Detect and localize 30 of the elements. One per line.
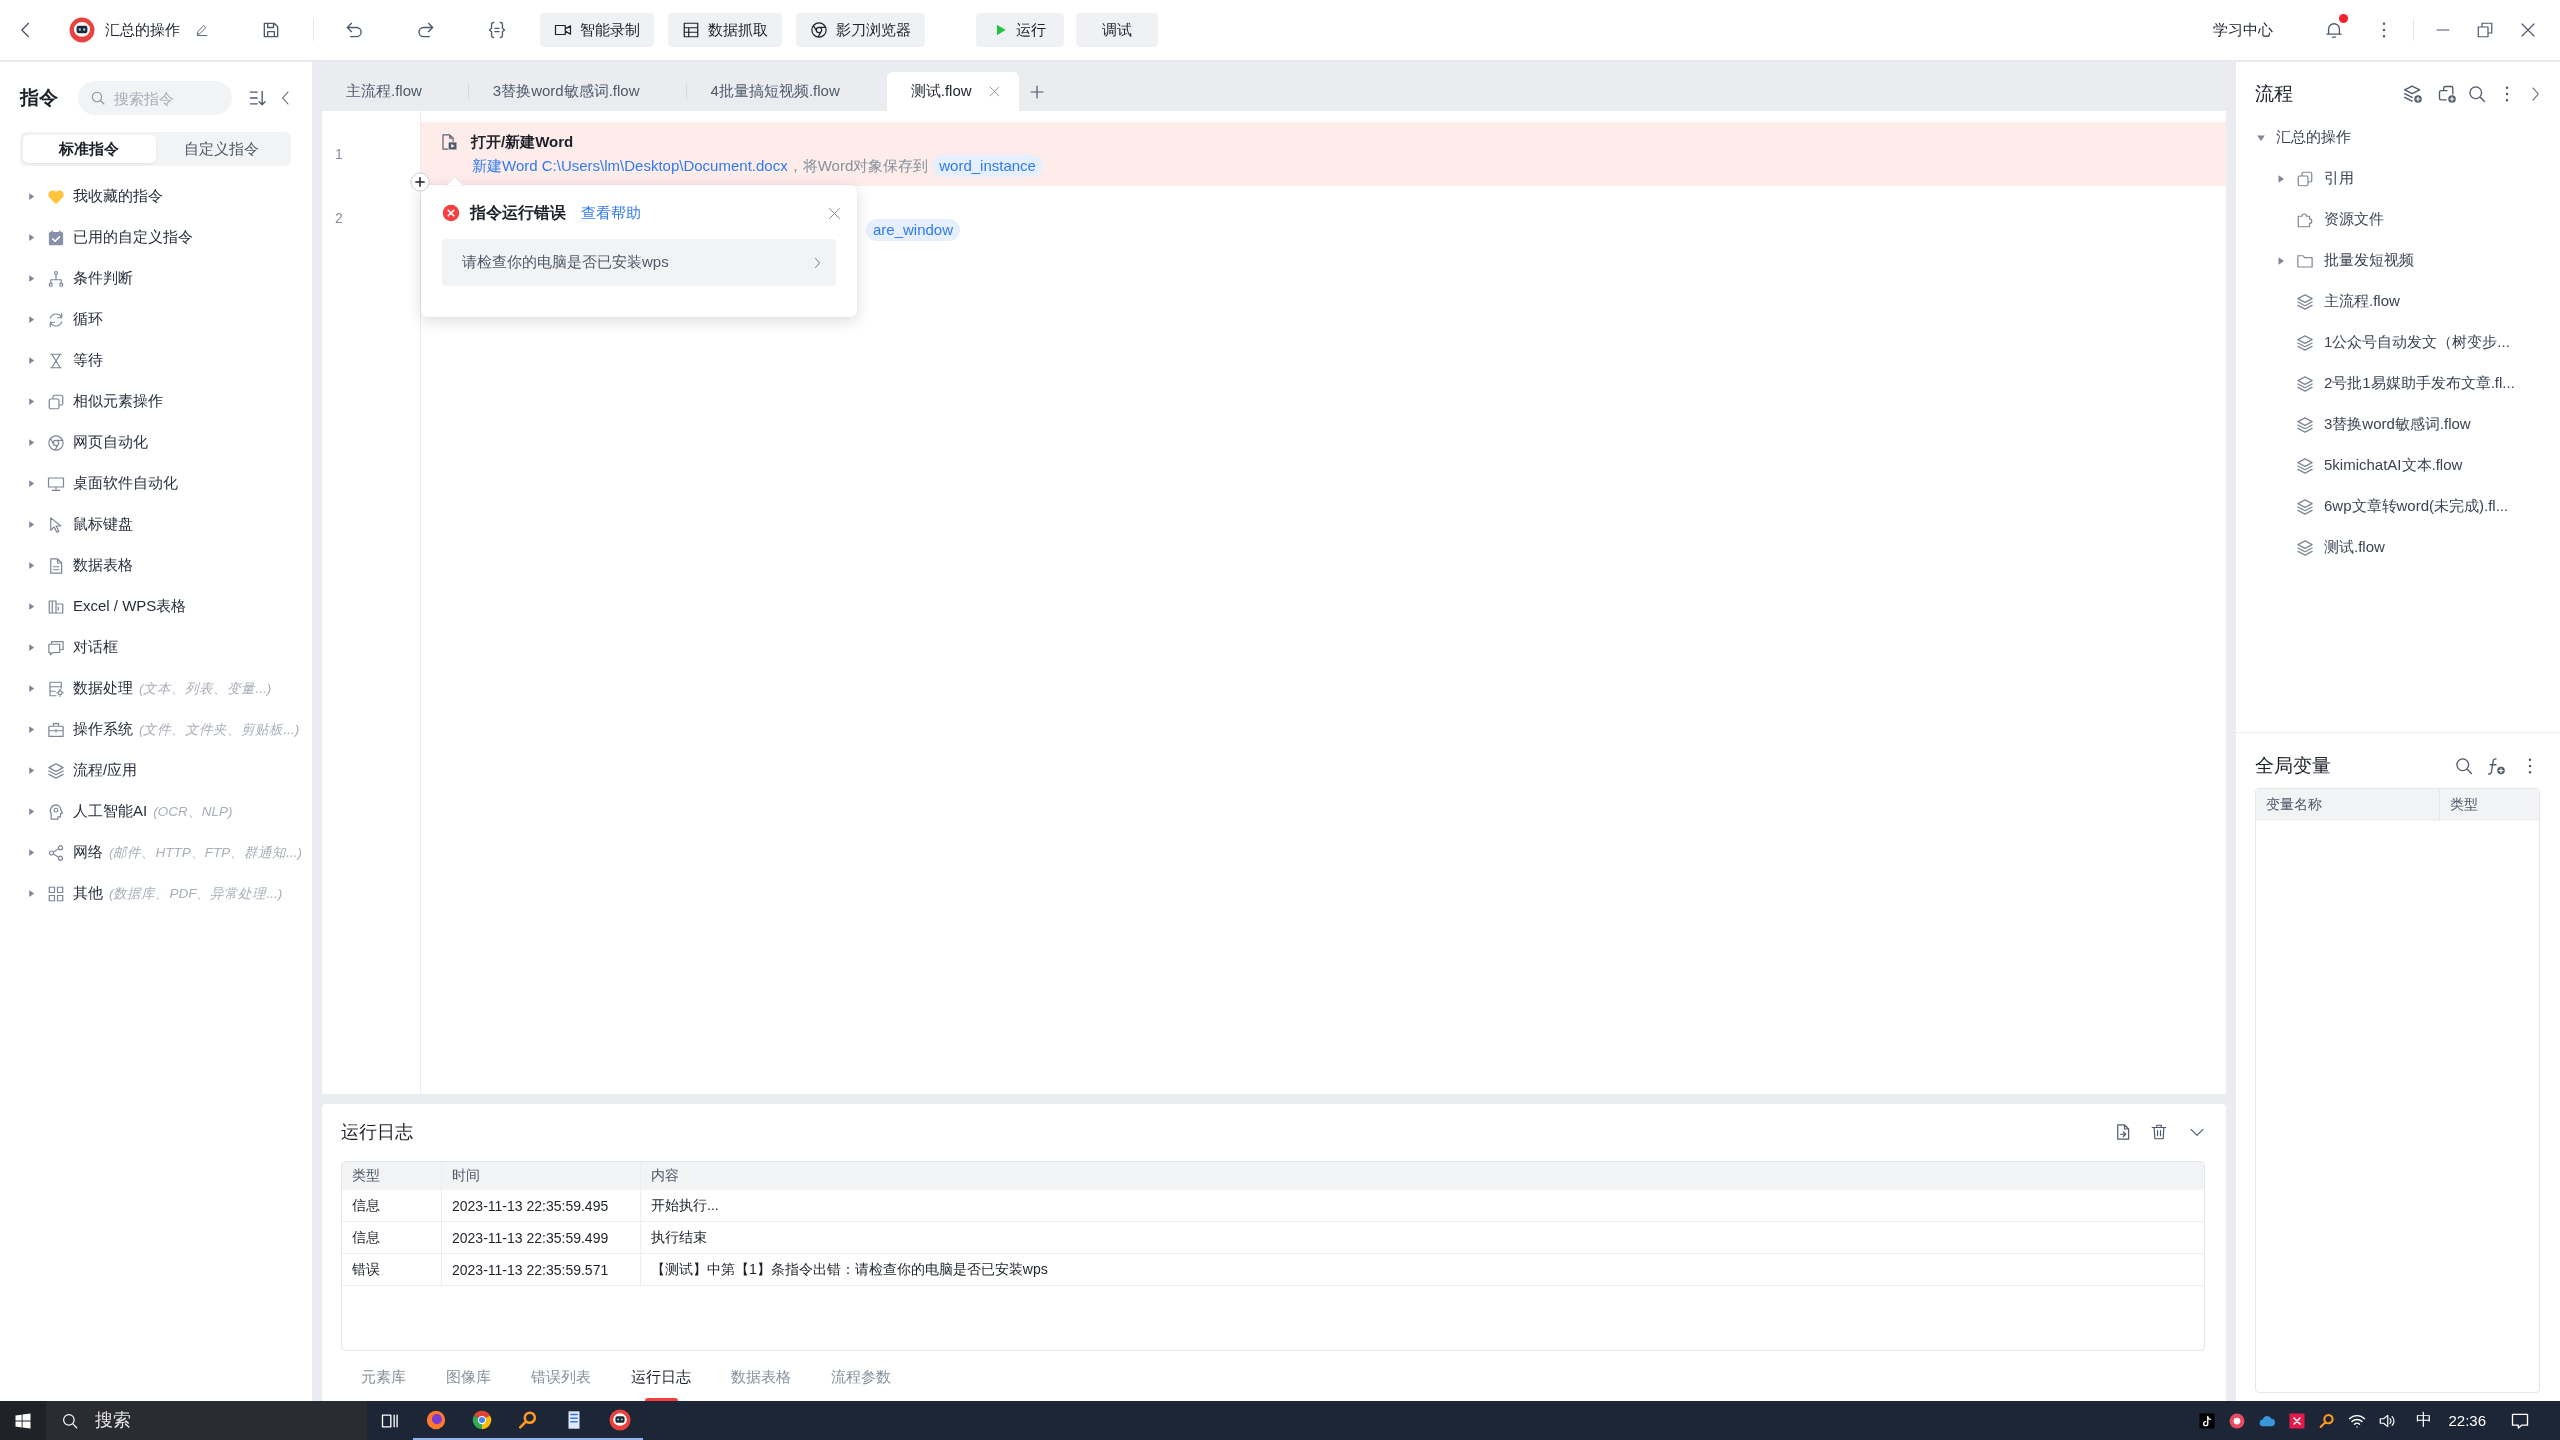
category-hint: (文本、列表、变量...)	[139, 679, 272, 698]
category-hint: (文件、文件夹、剪贴板...)	[139, 720, 300, 739]
panel-title: 指令	[20, 86, 58, 110]
category-hint: (数据库、PDF、异常处理...)	[109, 884, 283, 903]
table-cell-text: 执行结束	[650, 1227, 708, 1247]
step-description: ，将Word对象保存到	[787, 156, 929, 176]
step-title: 打开/新建Word	[471, 132, 574, 152]
table-cell: 2023-11-13 22:35:59.499	[442, 1222, 641, 1253]
column-header: 类型	[2449, 795, 2479, 814]
column-header: 变量名称	[2256, 789, 2440, 821]
table-cell-text: 开始执行...	[650, 1195, 720, 1215]
column-header: 时间	[442, 1162, 641, 1190]
parameter-text: 新建Word C:\Users\lm\Desktop\Document.docx	[472, 156, 788, 176]
panel-title: 流程	[2255, 82, 2293, 106]
error-title: 指令运行错误	[470, 202, 566, 223]
table-cell-text: 【测试】中第【1】条指令出错：请检查你的电脑是否已安装wps	[650, 1259, 1049, 1279]
table-cell: 信息	[342, 1190, 442, 1221]
project-title: 汇总的操作	[105, 20, 180, 40]
category-hint: (邮件、HTTP、FTP、群通知...)	[109, 843, 302, 862]
panel-title: 全局变量	[2255, 754, 2331, 778]
column-header: 类型	[342, 1162, 442, 1190]
category-hint: (OCR、NLP)	[153, 802, 233, 821]
table-cell: 信息	[342, 1222, 442, 1253]
table-cell: 2023-11-13 22:35:59.495	[442, 1190, 641, 1221]
column-header: 内容	[650, 1166, 680, 1185]
table-cell: 错误	[342, 1254, 442, 1285]
panel-title: 运行日志	[341, 1121, 413, 1144]
table-cell: 2023-11-13 22:35:59.571	[442, 1254, 641, 1285]
line-number: 2	[335, 210, 343, 226]
line-number: 1	[335, 146, 343, 162]
